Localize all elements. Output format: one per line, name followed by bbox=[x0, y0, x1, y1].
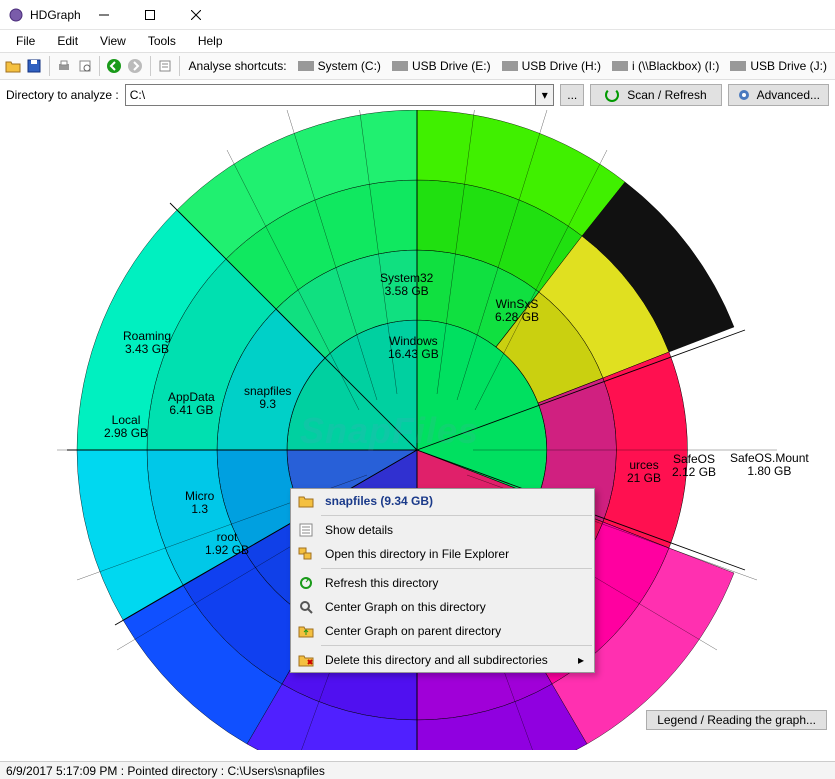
app-icon bbox=[8, 7, 24, 23]
directory-label: Directory to analyze : bbox=[6, 88, 119, 102]
drive-usb-e[interactable]: USB Drive (E:) bbox=[388, 57, 495, 75]
drive-system-c[interactable]: System (C:) bbox=[294, 57, 385, 75]
legend-button[interactable]: Legend / Reading the graph... bbox=[646, 710, 827, 730]
menu-tools[interactable]: Tools bbox=[138, 32, 186, 50]
legend-bar: Legend / Reading the graph... bbox=[646, 710, 827, 730]
explorer-icon bbox=[298, 547, 314, 561]
magnifier-icon bbox=[299, 600, 313, 614]
cm-show-details[interactable]: Show details bbox=[291, 518, 594, 542]
advanced-button[interactable]: Advanced... bbox=[728, 84, 829, 106]
titlebar: HDGraph bbox=[0, 0, 835, 30]
gear-icon bbox=[737, 88, 751, 102]
refresh-icon bbox=[299, 576, 313, 590]
drive-icon bbox=[298, 61, 314, 71]
directory-bar: Directory to analyze : ▾ ... Scan / Refr… bbox=[0, 80, 835, 110]
maximize-button[interactable] bbox=[127, 0, 173, 30]
cm-delete[interactable]: Delete this directory and all subdirecto… bbox=[291, 648, 594, 672]
window-title: HDGraph bbox=[30, 8, 81, 22]
directory-input[interactable] bbox=[125, 84, 537, 106]
drive-usb-j[interactable]: USB Drive (J:) bbox=[726, 57, 831, 75]
menubar: File Edit View Tools Help bbox=[0, 30, 835, 52]
drive-icon bbox=[392, 61, 408, 71]
folder-up-icon bbox=[298, 624, 314, 638]
log-icon[interactable] bbox=[155, 55, 173, 77]
toolbar: Analyse shortcuts: System (C:) USB Drive… bbox=[0, 52, 835, 80]
submenu-arrow-icon: ▸ bbox=[578, 653, 584, 667]
drive-usb-h[interactable]: USB Drive (H:) bbox=[498, 57, 605, 75]
status-text: 6/9/2017 5:17:09 PM : Pointed directory … bbox=[6, 764, 325, 778]
save-icon[interactable] bbox=[25, 55, 43, 77]
drive-icon bbox=[730, 61, 746, 71]
statusbar: 6/9/2017 5:17:09 PM : Pointed directory … bbox=[0, 761, 835, 779]
menu-view[interactable]: View bbox=[90, 32, 136, 50]
folder-icon bbox=[298, 494, 314, 508]
sunburst-graph[interactable]: SnapFiles Windows16.43 GB System323.58 G… bbox=[0, 110, 835, 750]
scan-refresh-button[interactable]: Scan / Refresh bbox=[590, 84, 721, 106]
forward-icon[interactable] bbox=[126, 55, 144, 77]
context-menu: snapfiles (9.34 GB) Show details Open th… bbox=[290, 488, 595, 673]
cm-refresh[interactable]: Refresh this directory bbox=[291, 571, 594, 595]
print-icon[interactable] bbox=[54, 55, 72, 77]
shortcuts-label: Analyse shortcuts: bbox=[189, 59, 287, 73]
cm-open-explorer[interactable]: Open this directory in File Explorer bbox=[291, 542, 594, 566]
drive-blackbox-i[interactable]: i (\\Blackbox) (I:) bbox=[608, 57, 723, 75]
cm-center-parent[interactable]: Center Graph on parent directory bbox=[291, 619, 594, 643]
drive-icon bbox=[502, 61, 518, 71]
menu-help[interactable]: Help bbox=[188, 32, 233, 50]
cm-center-this[interactable]: Center Graph on this directory bbox=[291, 595, 594, 619]
drive-icon bbox=[612, 61, 628, 71]
refresh-icon bbox=[605, 88, 619, 102]
dropdown-arrow-icon[interactable]: ▾ bbox=[536, 84, 554, 106]
menu-file[interactable]: File bbox=[6, 32, 45, 50]
back-icon[interactable] bbox=[105, 55, 123, 77]
delete-folder-icon bbox=[298, 653, 314, 667]
details-icon bbox=[299, 523, 313, 537]
close-button[interactable] bbox=[173, 0, 219, 30]
browse-button[interactable]: ... bbox=[560, 84, 584, 106]
cm-title-row: snapfiles (9.34 GB) bbox=[291, 489, 594, 513]
preview-icon[interactable] bbox=[76, 55, 94, 77]
menu-edit[interactable]: Edit bbox=[47, 32, 88, 50]
minimize-button[interactable] bbox=[81, 0, 127, 30]
open-icon[interactable] bbox=[4, 55, 22, 77]
